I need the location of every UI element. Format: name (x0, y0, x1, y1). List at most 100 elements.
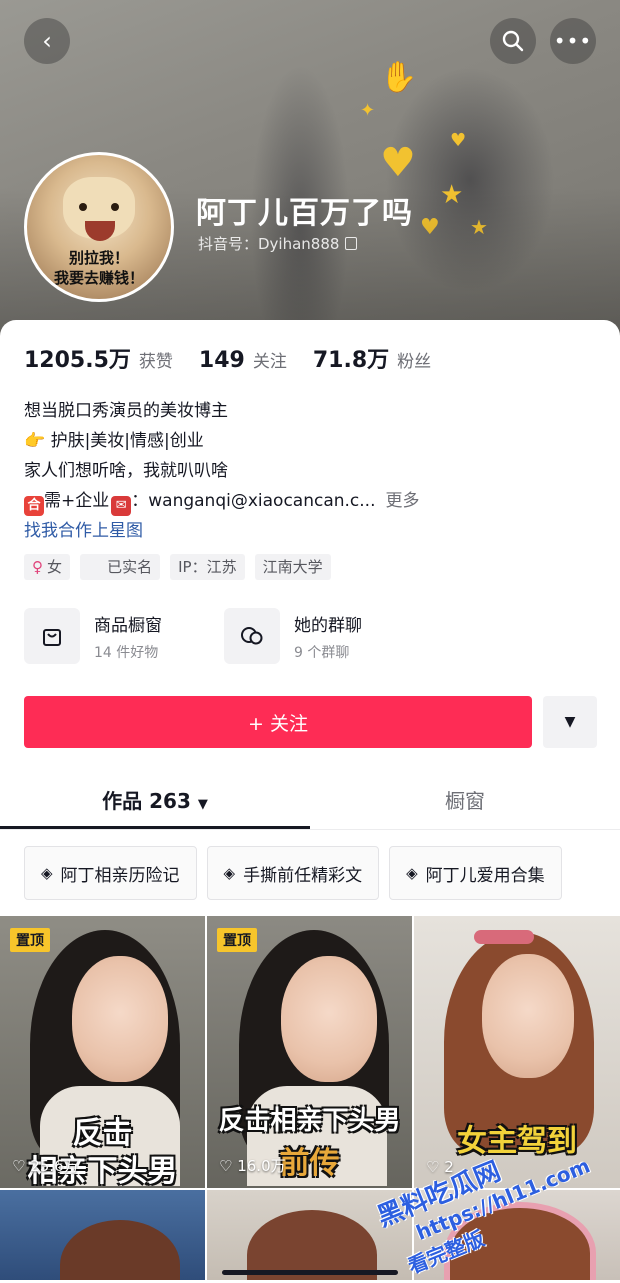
bio-more-link[interactable]: 更多 (385, 491, 419, 511)
star-sticker-icon: ✦ (360, 100, 376, 121)
female-icon: ♀ (32, 558, 43, 576)
back-button[interactable]: ‹ (24, 18, 70, 64)
tab-showcase[interactable]: 橱窗 (310, 778, 620, 824)
hand-sticker-icon: ✋ (380, 60, 418, 95)
shopping-bag-icon (24, 608, 80, 664)
dog-eye (111, 203, 119, 211)
bio-email: ：wanganqi@xiaocancan.c... (131, 491, 376, 511)
tabs-divider (0, 829, 620, 830)
bio-line-4-a: 需+企业 (44, 491, 110, 511)
star-map-link[interactable]: 找我合作上星图 (24, 516, 419, 546)
dog-eye (79, 203, 87, 211)
caret-down-icon: ▼ (564, 714, 576, 730)
thumbnail-face (281, 956, 377, 1082)
stat-following[interactable]: 149 关注 (199, 347, 287, 373)
video-thumbnail[interactable]: 置顶 反击相亲下头男 前传 ♡ 16.0万 (207, 916, 412, 1188)
video-likes: ♡ 25.6万 (12, 1155, 79, 1176)
tag-verified: 已实名 (80, 554, 161, 580)
tag-verified-text: 已实名 (107, 558, 153, 576)
mailbox-icon: ✉ (111, 496, 132, 516)
avatar-caption-2: 我要去赚钱！ (53, 269, 144, 287)
stat-likes-value: 1205.5万 (24, 348, 131, 373)
search-icon (502, 30, 524, 52)
bio-line-2: 👉 护肤|美妆|情感|创业 (24, 426, 419, 456)
avatar[interactable]: 别拉我！ 我要去赚钱！ (24, 152, 174, 302)
tag-gender: ♀ 女 (24, 554, 71, 580)
bio-line-4: 合需+企业 ✉ ：wanganqi@xiaocancan.c... 更多 (24, 486, 419, 516)
collection-chip[interactable]: ◈ 阿丁相亲历险记 (24, 846, 197, 900)
cooperation-badge-icon: 合 (24, 496, 44, 516)
stat-followers[interactable]: 71.8万 粉丝 (313, 342, 431, 374)
bio-line-1: 想当脱口秀演员的美妆博主 (24, 401, 228, 421)
content-tabs: 作品 263 ▼ 橱窗 (0, 778, 620, 830)
profile-card: 1205.5万 获赞 149 关注 71.8万 粉丝 想当脱口秀演员的美妆博主 … (0, 320, 620, 1280)
star-sticker-icon: ★ (470, 215, 488, 239)
thumbnail-face (72, 956, 168, 1082)
copy-icon[interactable] (345, 237, 358, 250)
bio: 想当脱口秀演员的美妆博主 👉 护肤|美妆|情感|创业 家人们想听啥，我就叭叭啥 … (24, 396, 419, 546)
layers-icon: ◈ (223, 864, 236, 882)
collection-label: 手撕前任精彩文 (243, 865, 363, 886)
more-options-button[interactable]: ••• (550, 18, 596, 64)
showcase-title: 商品橱窗 (94, 615, 162, 636)
thumbnail-face (482, 954, 574, 1078)
caret-down-icon: ▼ (197, 797, 208, 812)
bio-line-2-text: 护肤|美妆|情感|创业 (50, 431, 204, 451)
hair-clip (474, 930, 534, 944)
stat-following-value: 149 (198, 348, 245, 373)
avatar-caption-1: 别拉我！ (68, 249, 129, 267)
showcase-subtitle: 14 件好物 (94, 644, 159, 661)
douyin-id[interactable]: 抖音号：Dyihan888 (198, 233, 358, 254)
tag-gender-text: 女 (47, 558, 63, 576)
follow-button[interactable]: + 关注 (24, 696, 532, 748)
tab-works[interactable]: 作品 263 ▼ (0, 778, 310, 828)
collections-row: ◈ 阿丁相亲历险记 ◈ 手撕前任精彩文 ◈ 阿丁儿爱用合集 (24, 846, 562, 900)
thumbnail-hair (60, 1220, 180, 1280)
douyin-id-text: 抖音号：Dyihan888 (198, 235, 340, 253)
heart-outline-icon: ♡ (12, 1157, 31, 1175)
heart-sticker-icon: ♥ (450, 130, 467, 151)
pinned-badge: 置顶 (10, 928, 50, 952)
showcase-shortcut[interactable]: 商品橱窗 14 件好物 (24, 608, 184, 664)
star-sticker-icon: ★ (440, 180, 464, 210)
tag-ip: IP：江苏 (170, 554, 245, 580)
group-chat-title: 她的群聊 (294, 615, 362, 636)
collection-label: 阿丁儿爱用合集 (425, 865, 545, 886)
heart-outline-icon: ♡ (219, 1157, 238, 1175)
collection-chip[interactable]: ◈ 手撕前任精彩文 (206, 846, 380, 900)
video-caption-top: 反击相亲下头男 (218, 1106, 401, 1136)
pointing-hand-icon: 👉 (24, 431, 51, 451)
stat-followers-label: 粉丝 (397, 352, 432, 372)
home-indicator (222, 1270, 398, 1275)
bio-line-3: 家人们想听啥，我就叭叭啥 (24, 461, 228, 481)
heart-sticker-icon: ♥ (420, 215, 440, 240)
video-likes-count: 16.0万 (237, 1157, 286, 1175)
recommend-dropdown-button[interactable]: ▼ (543, 696, 597, 748)
video-thumbnail[interactable]: 置顶 反击 相亲下头男 ♡ 25.6万 (0, 916, 205, 1188)
ellipsis-icon: ••• (553, 29, 593, 53)
group-chat-text: 她的群聊 9 个群聊 (294, 611, 362, 662)
group-chat-shortcut[interactable]: 她的群聊 9 个群聊 (224, 608, 384, 664)
stat-following-label: 关注 (252, 352, 287, 372)
chat-bubbles-icon (224, 608, 280, 664)
stats-row: 1205.5万 获赞 149 关注 71.8万 粉丝 (24, 342, 457, 374)
group-chat-subtitle: 9 个群聊 (294, 644, 350, 661)
stat-followers-value: 71.8万 (312, 348, 390, 373)
profile-name: 阿丁儿百万了吗 (196, 196, 413, 231)
video-likes: ♡ 16.0万 (219, 1155, 286, 1176)
search-button[interactable] (490, 18, 536, 64)
layers-icon: ◈ (41, 864, 53, 882)
shortcuts: 商品橱窗 14 件好物 她的群聊 9 个群聊 (24, 608, 384, 664)
pinned-badge: 置顶 (217, 928, 257, 952)
tag-school[interactable]: 江南大学 (254, 554, 331, 580)
collection-chip[interactable]: ◈ 阿丁儿爱用合集 (389, 846, 562, 900)
tab-works-label: 作品 263 (102, 789, 191, 813)
video-likes-count: 25.6万 (30, 1157, 79, 1175)
video-thumbnail[interactable] (0, 1190, 205, 1280)
stat-likes[interactable]: 1205.5万 获赞 (24, 342, 173, 374)
video-grid: 置顶 反击 相亲下头男 ♡ 25.6万 置顶 反击相亲下头男 前传 ♡ 16.0… (0, 916, 620, 1280)
collection-label: 阿丁相亲历险记 (60, 865, 180, 886)
showcase-text: 商品橱窗 14 件好物 (94, 611, 162, 662)
heart-sticker-icon: ♥ (380, 140, 416, 186)
layers-icon: ◈ (406, 864, 418, 882)
